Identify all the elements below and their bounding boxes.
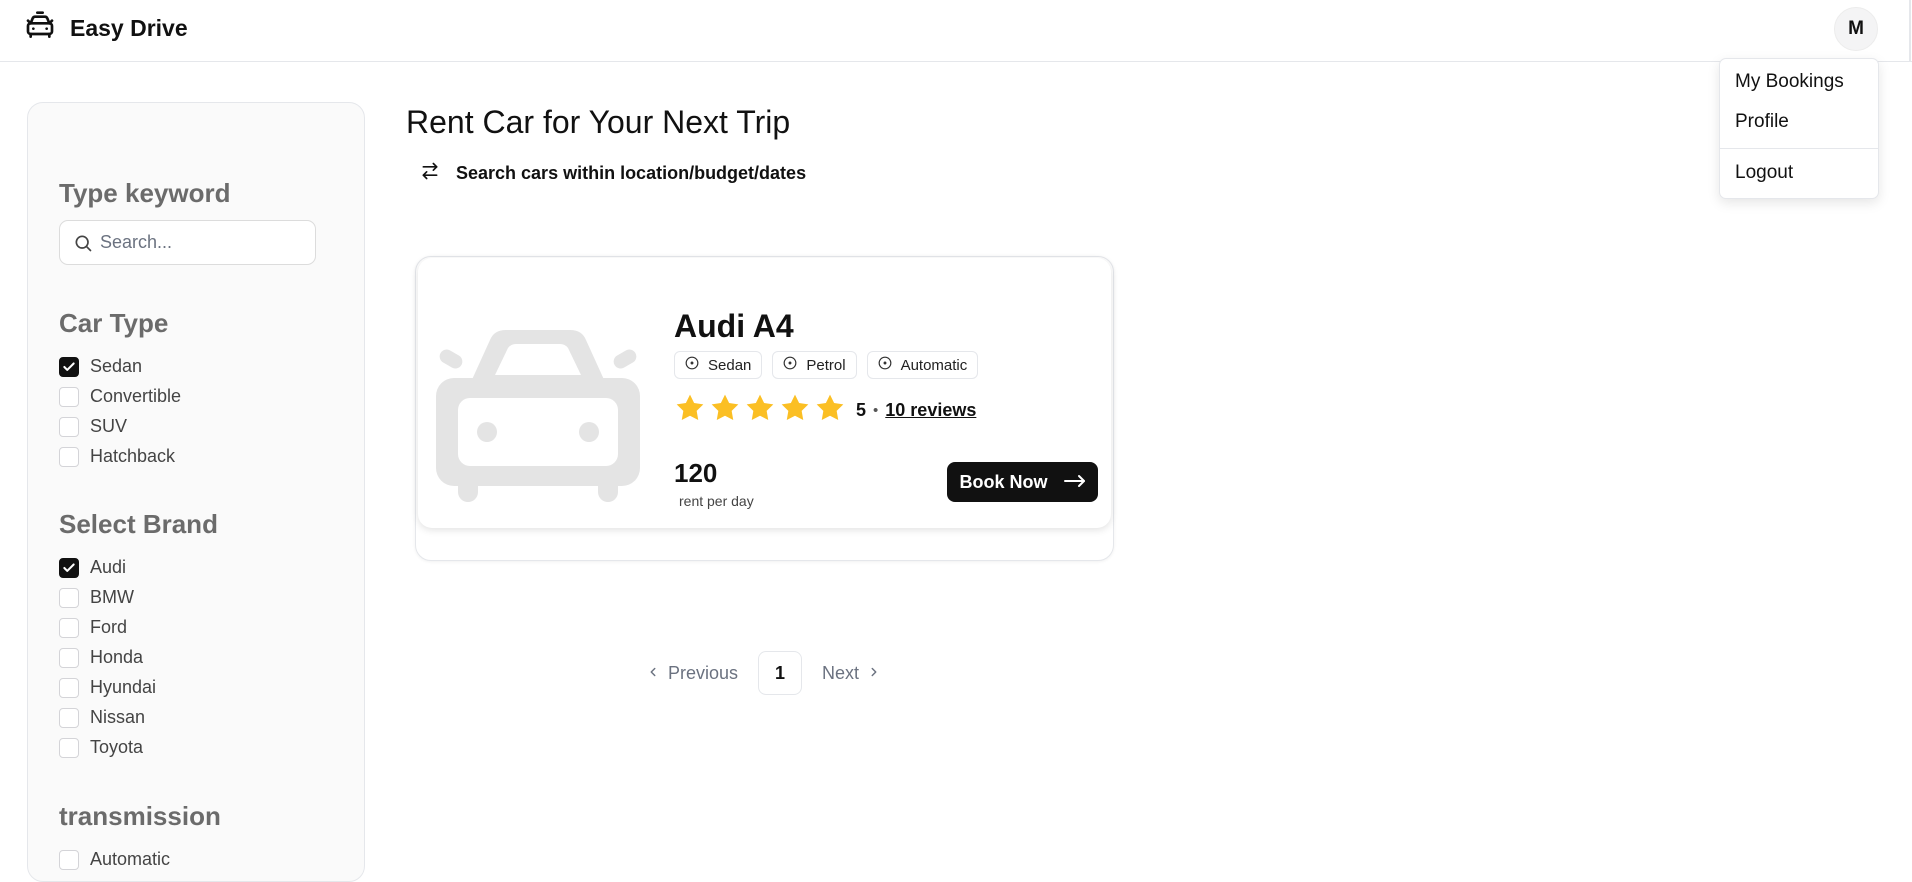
rating-value: 5 — [856, 400, 867, 420]
car-tag-label: Petrol — [806, 356, 846, 374]
checkbox[interactable] — [59, 557, 79, 578]
app-title: Easy Drive — [70, 15, 188, 41]
circle-dot-icon — [685, 356, 699, 374]
checkbox[interactable] — [59, 737, 79, 758]
checkbox[interactable] — [59, 446, 79, 467]
option-label: Automatic — [90, 849, 171, 869]
brand-option-honda[interactable]: Honda — [59, 647, 143, 668]
car-tags: Sedan Petrol Automatic — [674, 351, 979, 379]
separator-dot: • — [873, 402, 879, 419]
checkbox[interactable] — [59, 587, 79, 608]
search-input[interactable] — [100, 221, 300, 264]
car-tag: Petrol — [772, 351, 857, 379]
brand-option-hyundai[interactable]: Hyundai — [59, 677, 156, 698]
checkbox[interactable] — [59, 356, 79, 377]
option-label: Ford — [90, 617, 128, 637]
brand-option-bmw[interactable]: BMW — [59, 587, 134, 608]
star-icon — [744, 392, 776, 429]
brand-option-nissan[interactable]: Nissan — [59, 707, 145, 728]
checkbox[interactable] — [59, 416, 79, 437]
search-toggle[interactable]: Search cars within location/budget/dates — [420, 161, 806, 186]
brand-filter-title: Select Brand — [59, 509, 218, 539]
car-tag: Automatic — [866, 351, 979, 379]
car-type-filter-title: Car Type — [59, 308, 169, 338]
car-card: Audi A4 Sedan Petrol Automatic 5 • 10 re… — [418, 258, 1111, 528]
previous-page-button[interactable]: Previous — [646, 663, 738, 684]
page-title: Rent Car for Your Next Trip — [406, 104, 791, 140]
checkbox[interactable] — [59, 386, 79, 407]
option-label: SUV — [90, 416, 128, 436]
checkbox[interactable] — [59, 617, 79, 638]
option-label: Nissan — [90, 707, 146, 727]
car-type-option-suv[interactable]: SUV — [59, 416, 127, 437]
transmission-option-automatic[interactable]: Automatic — [59, 849, 170, 870]
swap-arrows-icon — [420, 161, 440, 186]
menu-item-profile[interactable]: Profile — [1735, 111, 1789, 133]
chevron-left-icon — [646, 663, 660, 684]
brand-option-audi[interactable]: Audi — [59, 557, 126, 578]
checkbox[interactable] — [59, 707, 79, 728]
menu-item-logout[interactable]: Logout — [1735, 162, 1793, 184]
car-type-option-convertible[interactable]: Convertible — [59, 386, 181, 407]
transmission-filter-title: transmission — [59, 801, 221, 831]
option-label: Honda — [90, 647, 144, 667]
search-icon — [73, 233, 93, 258]
user-avatar-button[interactable]: M — [1834, 7, 1878, 51]
car-tag-label: Automatic — [900, 356, 968, 374]
price-unit: rent per day — [679, 493, 754, 509]
circle-dot-icon — [878, 356, 892, 374]
user-menu: My Bookings Profile Logout — [1719, 58, 1879, 199]
car-rating: 5 • 10 reviews — [674, 392, 976, 429]
car-name: Audi A4 — [674, 308, 794, 344]
star-icon — [709, 392, 741, 429]
pagination: Previous 1 Next — [646, 651, 881, 695]
page-number-button[interactable]: 1 — [758, 651, 803, 695]
filter-sidebar: Type keyword Car Type Sedan Convertible … — [27, 102, 365, 882]
car-type-option-sedan[interactable]: Sedan — [59, 356, 142, 377]
reviews-link[interactable]: 10 reviews — [885, 400, 976, 421]
search-box — [59, 220, 316, 265]
menu-divider — [1720, 148, 1878, 149]
book-now-button[interactable]: Book Now — [947, 462, 1098, 502]
next-page-button[interactable]: Next — [822, 663, 881, 684]
checkbox[interactable] — [59, 677, 79, 698]
option-label: Sedan — [90, 356, 143, 376]
circle-dot-icon — [783, 356, 797, 374]
scrollbar — [1909, 0, 1911, 62]
top-header: Easy Drive M — [0, 0, 1912, 62]
star-rating — [674, 392, 846, 429]
car-type-option-hatchback[interactable]: Hatchback — [59, 446, 175, 467]
option-label: Hatchback — [90, 446, 176, 466]
app-logo[interactable]: Easy Drive — [24, 10, 188, 47]
arrow-right-icon — [1063, 472, 1086, 493]
car-tag: Sedan — [674, 351, 763, 379]
star-icon — [814, 392, 846, 429]
checkbox[interactable] — [59, 849, 79, 870]
car-tag-label: Sedan — [708, 356, 752, 374]
previous-label: Previous — [668, 662, 739, 683]
brand-option-ford[interactable]: Ford — [59, 617, 127, 638]
car-placeholder-image — [436, 326, 640, 507]
menu-item-my-bookings[interactable]: My Bookings — [1735, 71, 1844, 93]
brand-option-toyota[interactable]: Toyota — [59, 737, 143, 758]
star-icon — [779, 392, 811, 429]
checkbox[interactable] — [59, 647, 79, 668]
chevron-right-icon — [867, 663, 881, 684]
option-label: BMW — [90, 587, 134, 607]
option-label: Hyundai — [90, 677, 157, 697]
search-toggle-label: Search cars within location/budget/dates — [456, 163, 807, 183]
option-label: Audi — [90, 557, 127, 577]
car-logo-icon — [24, 10, 56, 47]
option-label: Convertible — [90, 386, 182, 406]
book-now-label: Book Now — [959, 471, 1048, 492]
option-label: Toyota — [90, 737, 144, 757]
next-label: Next — [822, 662, 860, 683]
keyword-filter-title: Type keyword — [59, 178, 231, 208]
star-icon — [674, 392, 706, 429]
car-price: 120 — [674, 458, 718, 488]
